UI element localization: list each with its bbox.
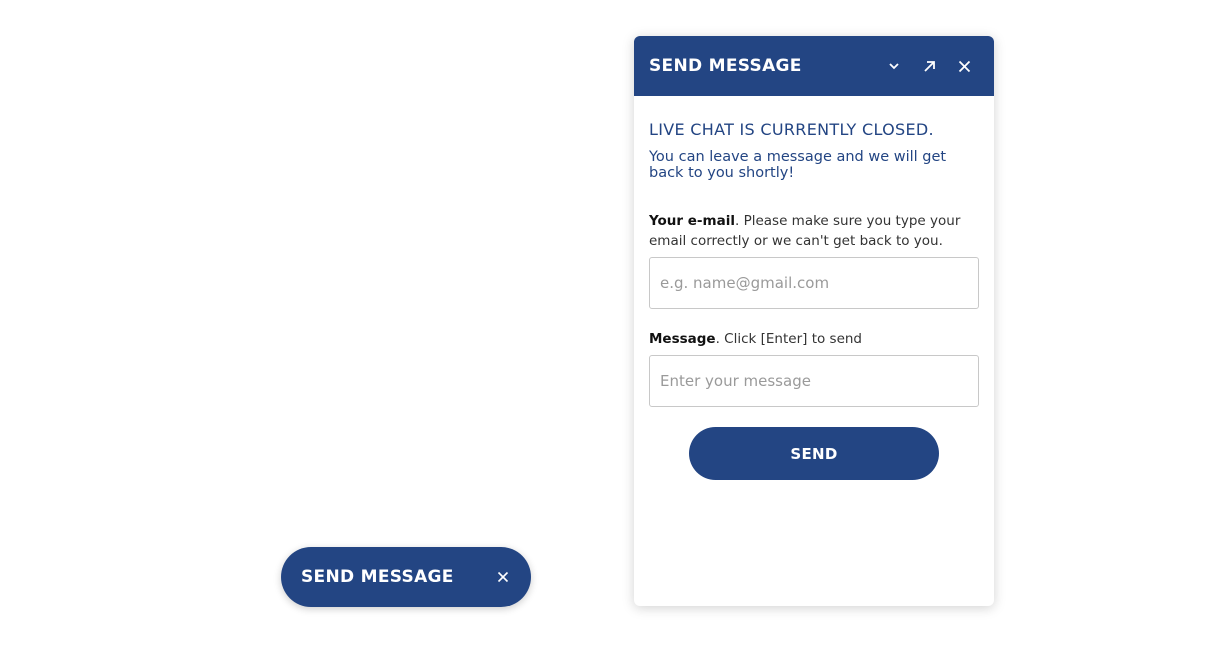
chevron-down-icon [888, 62, 900, 70]
closed-subtitle: You can leave a message and we will get … [649, 149, 947, 181]
chat-window: SEND MESSAGE LIVE CHAT IS CURRENTLY CLOS… [634, 36, 994, 606]
chat-body: LIVE CHAT IS CURRENTLY CLOSED. You can l… [634, 96, 994, 480]
popout-arrow-icon [923, 60, 936, 73]
close-icon [497, 568, 509, 587]
message-field[interactable] [649, 355, 979, 407]
chat-launcher-button[interactable]: SEND MESSAGE [281, 547, 531, 607]
chat-header: SEND MESSAGE [634, 36, 994, 96]
message-label: Message. Click [Enter] to send [649, 329, 979, 349]
email-label: Your e-mail. Please make sure you type y… [649, 211, 979, 251]
close-icon [958, 60, 971, 73]
email-label-bold: Your e-mail [649, 213, 735, 229]
popout-button[interactable] [914, 51, 944, 81]
closed-title: LIVE CHAT IS CURRENTLY CLOSED. [649, 120, 934, 139]
chat-title: SEND MESSAGE [649, 56, 802, 76]
minimize-button[interactable] [879, 51, 909, 81]
send-button[interactable]: SEND [689, 427, 939, 480]
launcher-close-button[interactable] [491, 565, 515, 589]
message-label-bold: Message [649, 331, 716, 347]
close-button[interactable] [949, 51, 979, 81]
message-label-rest: . Click [Enter] to send [715, 331, 863, 347]
email-field[interactable] [649, 257, 979, 309]
launcher-label: SEND MESSAGE [301, 567, 454, 587]
